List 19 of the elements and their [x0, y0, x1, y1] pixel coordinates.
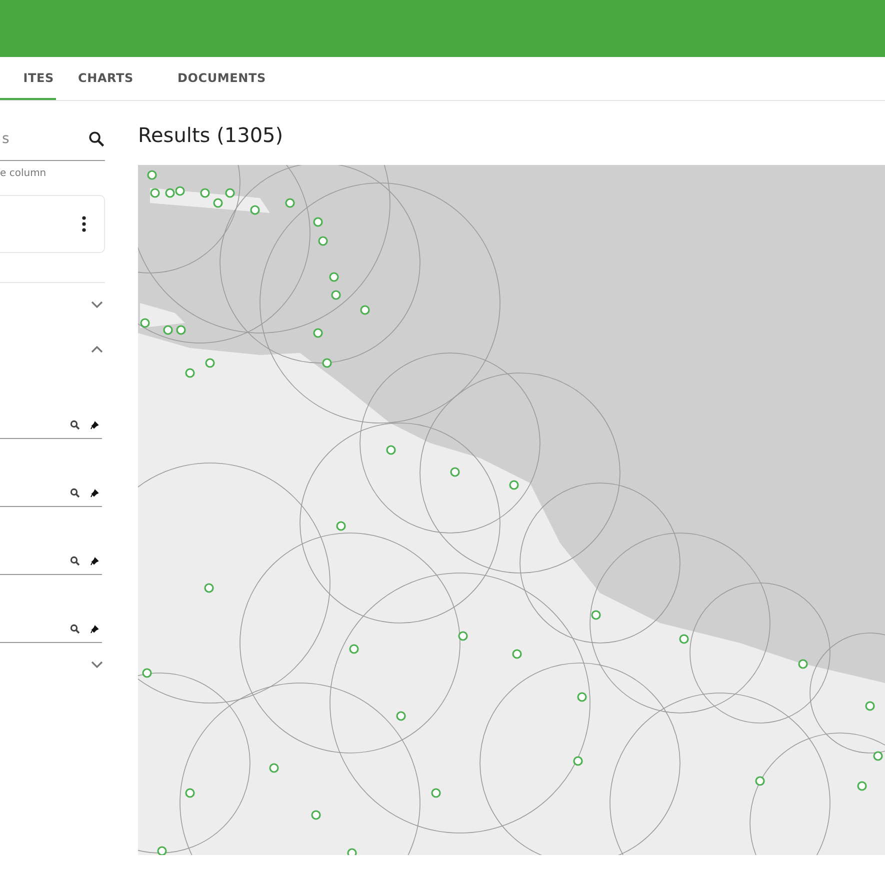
- chevron-up-icon[interactable]: [91, 345, 103, 353]
- pin-icon[interactable]: [90, 625, 99, 634]
- search-icon[interactable]: [70, 488, 80, 498]
- chevron-down-icon[interactable]: [91, 661, 103, 669]
- hint-text: e column: [0, 168, 48, 179]
- tab[interactable]: DOCUMENTS: [155, 57, 288, 100]
- search-icon[interactable]: [70, 624, 80, 634]
- search-icon[interactable]: [88, 129, 105, 149]
- search-icon[interactable]: [70, 556, 80, 566]
- pin-icon[interactable]: [90, 489, 99, 498]
- chevron-down-icon[interactable]: [91, 301, 103, 309]
- results-heading: Results (1305): [138, 123, 284, 147]
- more-options-icon[interactable]: [82, 216, 86, 232]
- search-icon[interactable]: [70, 420, 80, 430]
- pin-icon[interactable]: [90, 421, 99, 430]
- tab[interactable]: ITES: [0, 57, 56, 100]
- pin-icon[interactable]: [90, 557, 99, 566]
- tab[interactable]: CHARTS: [56, 57, 156, 100]
- search-field[interactable]: s: [0, 130, 84, 148]
